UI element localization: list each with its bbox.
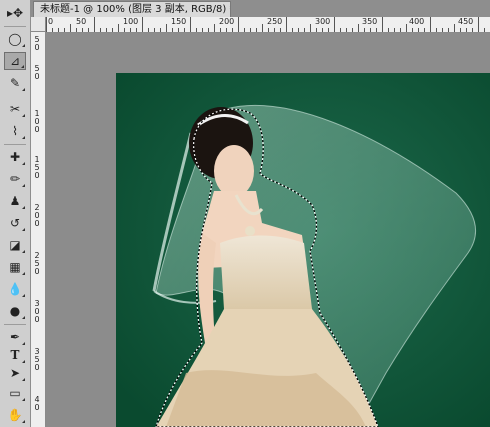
type-tool[interactable]: T	[4, 346, 26, 364]
ruler-label: 250	[267, 17, 283, 26]
photo-bride	[116, 73, 490, 427]
workspace[interactable]	[46, 33, 490, 427]
clone-stamp-tool[interactable]: ♟	[4, 192, 26, 210]
ruler-label: 300	[315, 17, 331, 26]
ruler-label: 0	[34, 363, 40, 372]
clone-stamp-icon: ♟	[9, 194, 21, 208]
dodge-tool[interactable]: ●	[4, 302, 26, 320]
pen-tool[interactable]: ✒	[4, 328, 26, 346]
brush-icon: ✏	[9, 172, 21, 186]
ruler-label: 0	[34, 403, 40, 412]
healing-brush-tool[interactable]: ✚	[4, 148, 26, 166]
move-tool[interactable]: ▸✥	[4, 4, 26, 22]
pen-icon: ✒	[9, 330, 21, 344]
blur-icon: 💧	[7, 282, 23, 296]
gradient-icon: ▦	[9, 260, 21, 274]
path-selection-icon: ➤	[9, 366, 21, 380]
ruler-label: 200	[219, 17, 235, 26]
ruler-label: 350	[362, 17, 378, 26]
document-title: 未标题-1 @ 100% (图层 3 副本, RGB/8) *	[40, 4, 231, 15]
ruler-label: 0	[34, 219, 40, 228]
eyedropper-tool[interactable]: ⌇	[4, 122, 26, 140]
document-tab-bar: 未标题-1 @ 100% (图层 3 副本, RGB/8) * ×	[31, 0, 490, 19]
dodge-icon: ●	[9, 304, 21, 318]
shape-tool[interactable]: ▭	[4, 384, 26, 402]
rectangle-shape-icon: ▭	[9, 386, 21, 400]
ruler-label: 0	[34, 43, 40, 52]
move-icon: ▸✥	[6, 6, 24, 20]
quick-selection-icon: ✎	[9, 76, 21, 90]
ruler-label: 400	[409, 17, 425, 26]
eraser-icon: ◪	[9, 238, 21, 252]
crop-tool[interactable]: ✂	[4, 100, 26, 118]
tool-separator	[4, 324, 26, 325]
ruler-label: 0	[34, 125, 40, 134]
blur-tool[interactable]: 💧	[4, 280, 26, 298]
polygonal-lasso-icon: ⊿	[9, 54, 21, 68]
ruler-label: 150	[171, 17, 187, 26]
crop-icon: ✂	[9, 102, 21, 116]
elliptical-marquee-icon: ◯	[8, 32, 22, 46]
horizontal-ruler[interactable]: 0 50 100 150 200 250 300 350 400 450	[46, 17, 490, 33]
marquee-tool[interactable]: ◯	[4, 30, 26, 48]
eyedropper-icon: ⌇	[12, 124, 18, 138]
ruler-label: 100	[123, 17, 139, 26]
type-icon: T	[10, 348, 20, 362]
document-tab[interactable]: 未标题-1 @ 100% (图层 3 副本, RGB/8) *	[33, 1, 231, 17]
tool-separator	[4, 26, 26, 27]
ruler-label: 450	[458, 17, 474, 26]
history-brush-tool[interactable]: ↺	[4, 214, 26, 232]
gradient-tool[interactable]: ▦	[4, 258, 26, 276]
ruler-label: 0	[34, 72, 40, 81]
healing-brush-icon: ✚	[9, 150, 21, 164]
ruler-label: 50	[76, 17, 87, 26]
ruler-label: 0	[48, 17, 54, 26]
quick-selection-tool[interactable]: ✎	[4, 74, 26, 92]
ruler-label: 0	[34, 315, 40, 324]
lasso-tool[interactable]: ⊿	[4, 52, 26, 70]
document-canvas[interactable]	[116, 73, 490, 427]
brush-tool[interactable]: ✏	[4, 170, 26, 188]
path-selection-tool[interactable]: ➤	[4, 364, 26, 382]
tool-separator	[4, 144, 26, 145]
ruler-label: 0	[34, 267, 40, 276]
eraser-tool[interactable]: ◪	[4, 236, 26, 254]
tools-panel: ▸✥ ◯ ⊿ ✎ ✂ ⌇ ✚ ✏ ♟ ↺ ◪ ▦ 💧 ● ✒ T ➤ ▭ ✋	[0, 0, 31, 427]
hand-icon: ✋	[7, 408, 23, 422]
vertical-ruler[interactable]: 5 0 5 0 1 0 0 1 5 0 2 0 0 2 5 0 3 0 0 3 …	[31, 32, 46, 427]
hand-tool[interactable]: ✋	[4, 406, 26, 424]
ruler-label: 0	[34, 171, 40, 180]
ruler-corner[interactable]	[31, 17, 46, 32]
history-brush-icon: ↺	[9, 216, 21, 230]
